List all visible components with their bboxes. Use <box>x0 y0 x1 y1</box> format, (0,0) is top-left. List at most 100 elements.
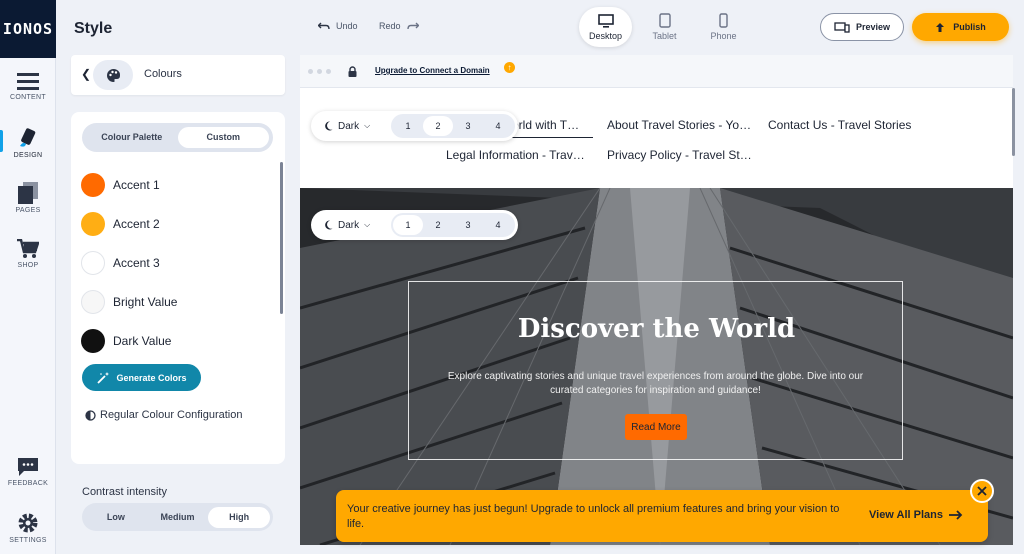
rail-item-settings[interactable]: SETTINGS <box>0 503 56 553</box>
color-name: Bright Value <box>113 295 178 309</box>
colour-mode-toggle: Colour Palette Custom <box>82 123 273 152</box>
color-row-bright-value[interactable]: Bright Value <box>81 288 261 316</box>
rail-item-shop[interactable]: SHOP <box>0 229 56 279</box>
color-name: Accent 2 <box>113 217 160 231</box>
canvas-scrollbar[interactable] <box>1012 88 1015 156</box>
feedback-chat-icon <box>18 458 38 476</box>
phone-icon <box>719 13 728 28</box>
rail-item-feedback[interactable]: FEEDBACK <box>0 447 56 497</box>
color-swatch[interactable] <box>81 173 105 197</box>
preview-button[interactable]: Preview <box>820 13 904 41</box>
color-row-accent-2[interactable]: Accent 2 <box>81 210 261 238</box>
close-promo-button[interactable] <box>970 479 994 503</box>
upgrade-promo-banner: Your creative journey has just begun! Up… <box>336 490 988 542</box>
tab-custom[interactable]: Custom <box>177 127 269 148</box>
color-name: Accent 3 <box>113 256 160 270</box>
color-swatch[interactable] <box>81 251 105 275</box>
top-bar: Style Undo Redo Desktop Tablet Phone Pre… <box>56 0 1024 55</box>
tab-colour-palette[interactable]: Colour Palette <box>86 127 178 148</box>
desktop-monitor-icon <box>597 13 614 28</box>
header-variant-3[interactable]: 3 <box>453 116 483 136</box>
site-preview-canvas: Upgrade to Connect a Domain ↑ orld with … <box>300 55 1013 545</box>
back-chevron-icon[interactable]: ❮ <box>81 67 91 81</box>
upgrade-arrow-icon: ↑ <box>504 62 515 73</box>
read-more-button[interactable]: Read More <box>625 414 687 440</box>
redo-label: Redo <box>379 21 401 31</box>
color-row-accent-3[interactable]: Accent 3 <box>81 249 261 277</box>
nav-link-contact[interactable]: Contact Us - Travel Stories <box>768 118 911 132</box>
header-variant-1[interactable]: 1 <box>393 116 423 136</box>
contrast-intensity-title: Contrast intensity <box>82 486 167 498</box>
upgrade-domain-link[interactable]: Upgrade to Connect a Domain <box>375 66 490 75</box>
regular-colour-label: Regular Colour Configuration <box>100 409 243 421</box>
panel-title: Colours <box>144 68 182 80</box>
rail-item-content[interactable]: CONTENT <box>0 62 56 112</box>
arrow-right-icon <box>948 510 963 520</box>
hero-mode-dropdown[interactable]: Dark ⌵ <box>325 220 391 231</box>
rail-item-design[interactable]: DESIGN <box>0 118 56 168</box>
contrast-option-high[interactable]: High <box>208 506 271 528</box>
device-desktop-label: Desktop <box>588 30 623 41</box>
regular-colour-configuration-link[interactable]: Regular Colour Configuration <box>85 409 242 421</box>
device-switcher: Desktop Tablet Phone <box>579 7 750 47</box>
redo-button[interactable]: Redo <box>379 21 419 31</box>
color-swatch[interactable] <box>81 290 105 314</box>
chevron-down-icon: ⌵ <box>364 220 371 229</box>
preview-devices-icon <box>834 21 850 33</box>
ionos-logo[interactable]: IONOS <box>0 0 56 58</box>
pages-icon <box>18 182 38 204</box>
hero-variant-4[interactable]: 4 <box>483 215 513 235</box>
color-name: Dark Value <box>113 334 172 348</box>
design-brush-icon <box>20 128 36 147</box>
device-tablet-label: Tablet <box>652 31 677 41</box>
hero-variant-selector: 1 2 3 4 <box>391 213 515 237</box>
undo-button[interactable]: Undo <box>318 21 358 31</box>
shopping-cart-icon <box>17 239 39 258</box>
rail-item-pages[interactable]: PAGES <box>0 173 56 223</box>
color-swatch[interactable] <box>81 329 105 353</box>
contrast-intensity-toggle: Low Medium High <box>82 503 273 531</box>
rail-label-feedback: FEEDBACK <box>7 480 49 487</box>
device-phone[interactable]: Phone <box>697 7 750 47</box>
tablet-icon <box>658 13 671 28</box>
color-row-accent-1[interactable]: Accent 1 <box>81 171 261 199</box>
header-mode-dropdown[interactable]: Dark ⌵ <box>325 121 391 132</box>
hero-title[interactable]: Discover the World <box>300 314 1013 344</box>
header-section-control: Dark ⌵ 1 2 3 4 <box>311 111 518 141</box>
rail-label-shop: SHOP <box>17 262 39 269</box>
contrast-half-circle-icon <box>85 409 96 421</box>
contrast-option-low[interactable]: Low <box>85 507 147 528</box>
publish-button[interactable]: Publish <box>912 13 1009 41</box>
left-rail: IONOS CONTENT DESIGN PAGES SHOP FEEDBACK… <box>0 0 56 554</box>
contrast-option-medium[interactable]: Medium <box>147 507 209 528</box>
panel-scrollbar[interactable] <box>280 162 283 314</box>
generate-colors-button[interactable]: Generate Colors <box>82 364 201 391</box>
color-swatch[interactable] <box>81 212 105 236</box>
hero-description[interactable]: Explore captivating stories and unique t… <box>430 370 881 398</box>
nav-link-about[interactable]: About Travel Stories - Yo… <box>607 118 751 132</box>
rail-label-settings: SETTINGS <box>9 537 47 544</box>
settings-gear-icon <box>18 513 38 533</box>
nav-link-privacy[interactable]: Privacy Policy - Travel St… <box>607 148 752 162</box>
rail-label-pages: PAGES <box>15 207 41 214</box>
publish-label: Publish <box>953 22 986 32</box>
hero-section-control: Dark ⌵ 1 2 3 4 <box>311 210 518 240</box>
nav-link-home[interactable]: orld with T… <box>512 118 579 132</box>
hero-variant-1[interactable]: 1 <box>393 215 423 235</box>
color-row-dark-value[interactable]: Dark Value <box>81 327 261 355</box>
header-variant-2[interactable]: 2 <box>423 116 453 136</box>
header-variant-4[interactable]: 4 <box>483 116 513 136</box>
rail-label-design: DESIGN <box>13 152 43 159</box>
device-phone-label: Phone <box>710 31 737 41</box>
nav-link-legal[interactable]: Legal Information - Trav… <box>446 148 585 162</box>
hero-variant-3[interactable]: 3 <box>453 215 483 235</box>
page-title: Style <box>74 20 113 37</box>
device-desktop[interactable]: Desktop <box>579 7 632 47</box>
device-tablet[interactable]: Tablet <box>638 7 691 47</box>
moon-icon <box>325 121 333 131</box>
undo-label: Undo <box>336 21 358 31</box>
view-all-plans-link[interactable]: View All Plans <box>869 509 963 521</box>
lock-icon <box>348 66 357 77</box>
hero-variant-2[interactable]: 2 <box>423 215 453 235</box>
moon-icon <box>325 220 333 230</box>
